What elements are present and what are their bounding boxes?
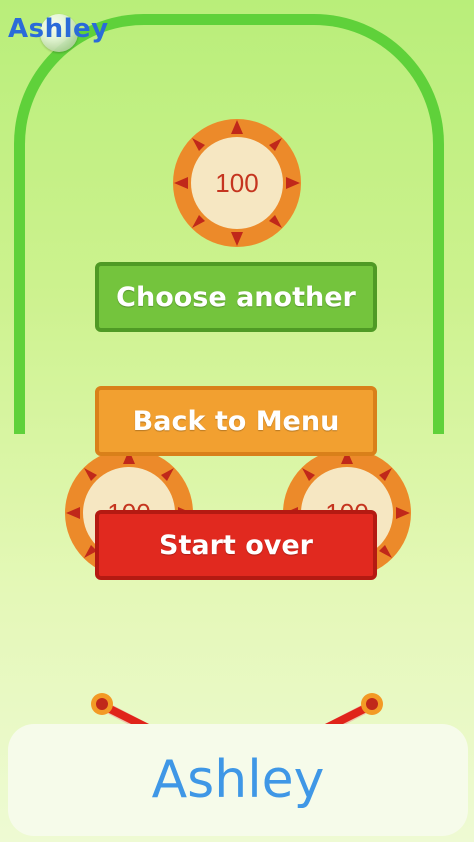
choose-another-button[interactable]: Choose another (95, 262, 377, 332)
start-over-button[interactable]: Start over (95, 510, 377, 580)
bumper-top: 100 (172, 118, 302, 248)
bumper-top-value: 100 (215, 167, 259, 198)
back-to-menu-button[interactable]: Back to Menu (95, 386, 377, 456)
player-name-panel: Ashley (8, 724, 468, 836)
player-name-label: Ashley (8, 14, 109, 44)
player-name-large: Ashley (151, 750, 325, 810)
